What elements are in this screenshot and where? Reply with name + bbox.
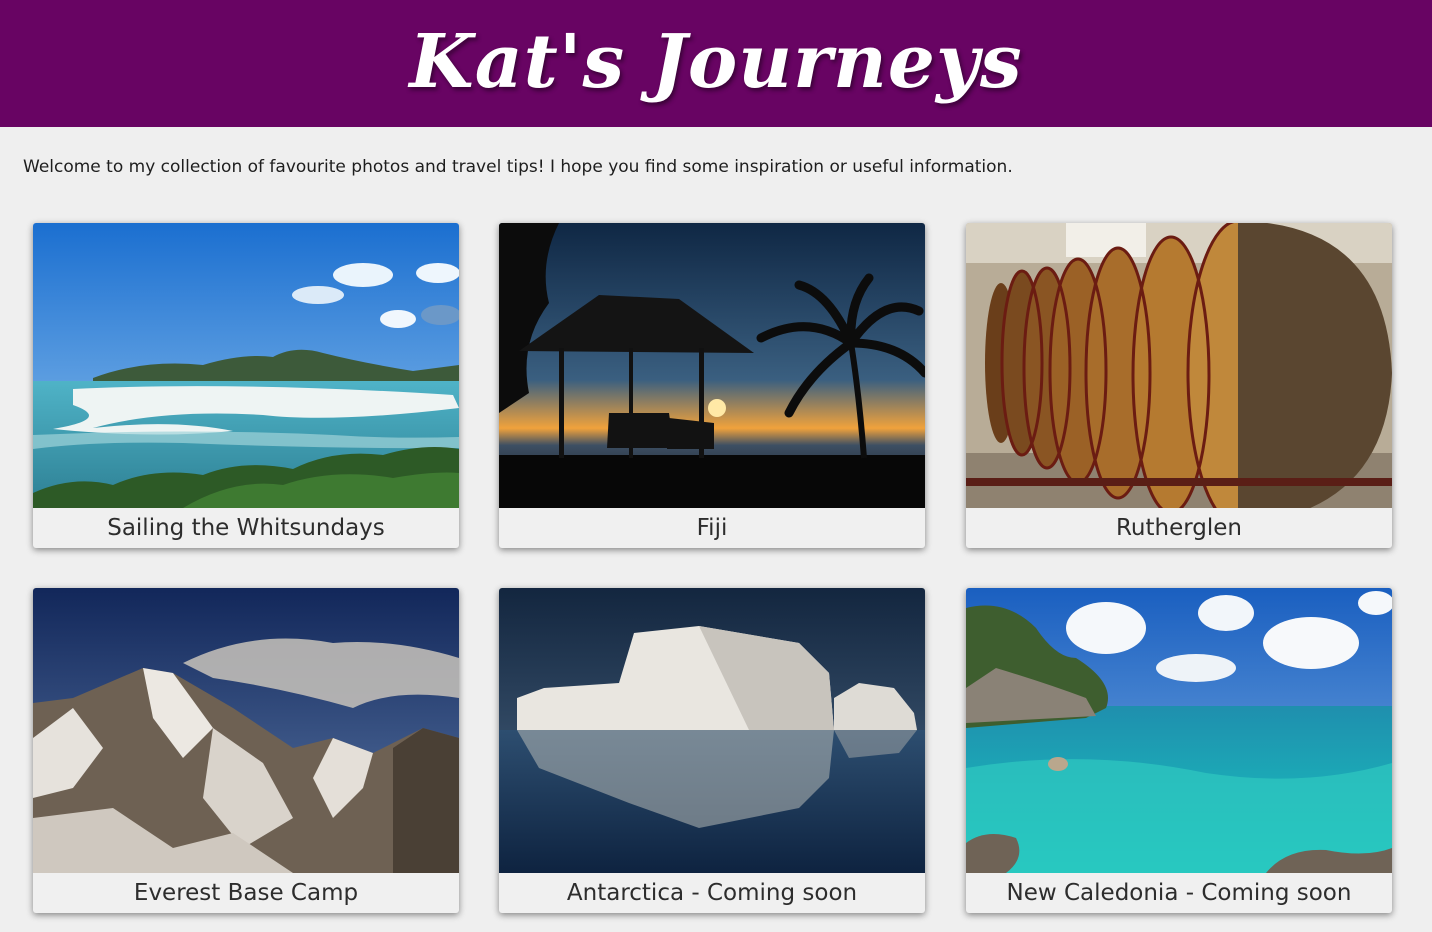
journey-card-caption[interactable]: Fiji xyxy=(499,508,925,548)
iceberg-photo xyxy=(499,588,925,873)
journey-card-rutherglen[interactable]: Rutherglen xyxy=(966,223,1392,548)
journey-card-caption[interactable]: Rutherglen xyxy=(966,508,1392,548)
journey-card-whitsundays[interactable]: Sailing the Whitsundays xyxy=(33,223,459,548)
journey-card-caption[interactable]: Sailing the Whitsundays xyxy=(33,508,459,548)
everest-mountain-photo xyxy=(33,588,459,873)
fiji-sunset-hut-photo xyxy=(499,223,925,508)
journey-card-caption[interactable]: Everest Base Camp xyxy=(33,873,459,913)
wine-barrels-photo xyxy=(966,223,1392,508)
journey-card-new-caledonia[interactable]: New Caledonia - Coming soon xyxy=(966,588,1392,913)
journey-grid: Sailing the Whitsundays Fiji Rutherglen … xyxy=(0,0,1432,932)
journey-card-antarctica[interactable]: Antarctica - Coming soon xyxy=(499,588,925,913)
journey-card-caption[interactable]: New Caledonia - Coming soon xyxy=(966,873,1392,913)
whitsundays-beach-photo xyxy=(33,223,459,508)
journey-card-caption[interactable]: Antarctica - Coming soon xyxy=(499,873,925,913)
turquoise-lagoon-photo xyxy=(966,588,1392,873)
journey-card-everest[interactable]: Everest Base Camp xyxy=(33,588,459,913)
journey-card-fiji[interactable]: Fiji xyxy=(499,223,925,548)
